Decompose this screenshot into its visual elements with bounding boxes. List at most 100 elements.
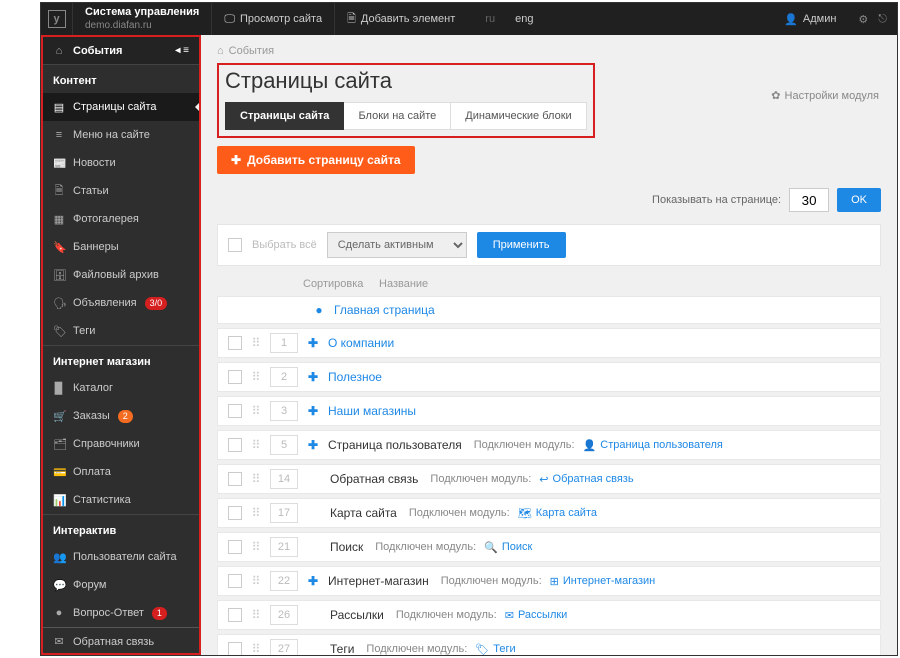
row-checkbox[interactable] (228, 438, 242, 452)
view-site-button[interactable]: 🖵Просмотр сайта (211, 3, 334, 35)
drag-handle[interactable]: ⠿ (250, 506, 262, 520)
row-title[interactable]: Поиск (330, 540, 363, 554)
row-title[interactable]: Наши магазины (328, 404, 416, 418)
plus-icon: ✚ (231, 153, 241, 167)
brand-title: Система управления (85, 5, 199, 19)
sort-order[interactable]: 5 (270, 435, 298, 455)
tab[interactable]: Страницы сайта (225, 102, 344, 130)
per-page-ok-button[interactable]: OK (837, 188, 881, 212)
module-link[interactable]: 🔍Поиск (484, 541, 532, 554)
row-title[interactable]: Полезное (328, 370, 382, 384)
row-checkbox[interactable] (228, 642, 242, 655)
row-title[interactable]: Карта сайта (330, 506, 397, 520)
sidebar-item[interactable]: 💬Форум (43, 571, 199, 599)
logo[interactable]: у (41, 3, 73, 35)
sort-order[interactable]: 21 (270, 537, 298, 557)
admin-menu[interactable]: 👤Админ (772, 3, 848, 35)
tab[interactable]: Блоки на сайте (344, 102, 451, 130)
drag-handle[interactable]: ⠿ (250, 540, 262, 554)
tab[interactable]: Динамические блоки (451, 102, 586, 130)
sidebar-item[interactable]: 👥Пользователи сайта (43, 543, 199, 571)
drag-handle[interactable]: ⠿ (250, 642, 262, 655)
module-link[interactable]: ⊞Интернет-магазин (550, 575, 656, 588)
module-link[interactable]: 🗺Карта сайта (518, 507, 597, 520)
lang-en[interactable]: eng (505, 3, 543, 35)
row-title[interactable]: Страница пользователя (328, 438, 462, 452)
row-checkbox[interactable] (228, 336, 242, 350)
sidebar-item[interactable]: 🗎Статьи (43, 177, 199, 205)
row-title[interactable]: Обратная связь (330, 472, 418, 486)
sidebar-item[interactable]: 🛒Заказы2 (43, 402, 199, 430)
expand-icon[interactable]: ✚ (306, 370, 320, 384)
drag-handle[interactable]: ⠿ (250, 574, 262, 588)
sidebar-item[interactable]: 🔖Баннеры (43, 233, 199, 261)
table-row: ⠿ 2 ✚ Полезное (217, 362, 881, 392)
add-element-button[interactable]: 🗎Добавить элемент (334, 3, 467, 35)
breadcrumb-item[interactable]: События (229, 45, 274, 57)
sidebar-item[interactable]: ●Вопрос-Ответ1 (43, 599, 199, 627)
select-all-label: Выбрать всё (252, 239, 317, 251)
sort-order[interactable]: 27 (270, 639, 298, 655)
breadcrumb-home-icon[interactable]: ⌂ (217, 45, 224, 57)
apply-button[interactable]: Применить (477, 232, 566, 258)
per-page-input[interactable] (789, 188, 829, 212)
sort-order[interactable]: 17 (270, 503, 298, 523)
drag-handle[interactable]: ⠿ (250, 438, 262, 452)
module-link[interactable]: 🏷Теги (475, 643, 515, 656)
sidebar-item[interactable]: 🗂Справочники (43, 430, 199, 458)
row-checkbox[interactable] (228, 370, 242, 384)
sidebar-item[interactable]: 🏷Теги (43, 317, 199, 345)
sidebar-item[interactable]: 🗄Файловый архив (43, 261, 199, 289)
gear-icon[interactable]: ⚙ (858, 13, 868, 26)
module-link[interactable]: ↩Обратная связь (539, 473, 633, 486)
row-title[interactable]: О компании (328, 336, 394, 350)
expand-icon[interactable]: ✚ (306, 404, 320, 418)
expand-icon[interactable]: ✚ (306, 336, 320, 350)
sidebar-item[interactable]: ✉Обратная связь (43, 627, 199, 655)
module-link[interactable]: ✉Рассылки (505, 609, 568, 622)
expand-icon[interactable]: ✚ (306, 574, 320, 588)
add-page-button[interactable]: ✚Добавить страницу сайта (217, 146, 415, 174)
sidebar-item[interactable]: ▉Каталог (43, 374, 199, 402)
drag-handle[interactable]: ⠿ (250, 370, 262, 384)
row-checkbox[interactable] (228, 574, 242, 588)
sidebar-item[interactable]: 📰Новости (43, 149, 199, 177)
sidebar-item[interactable]: 🗣Объявления3/0 (43, 289, 199, 317)
sidebar-events[interactable]: ⌂ События ◂ ≡ (43, 37, 199, 65)
row-title[interactable]: Интернет-магазин (328, 574, 429, 588)
drag-handle[interactable]: ⠿ (250, 404, 262, 418)
sidebar-item[interactable]: 💳Оплата (43, 458, 199, 486)
collapse-icon[interactable]: ● (312, 303, 326, 317)
sort-order[interactable]: 1 (270, 333, 298, 353)
row-checkbox[interactable] (228, 608, 242, 622)
row-checkbox[interactable] (228, 404, 242, 418)
table-row: ⠿17Карта сайта Подключен модуль: 🗺Карта … (217, 498, 881, 528)
drag-handle[interactable]: ⠿ (250, 472, 262, 486)
sort-order[interactable]: 26 (270, 605, 298, 625)
drag-handle[interactable]: ⠿ (250, 608, 262, 622)
sidebar-item[interactable]: ≡Меню на сайте (43, 121, 199, 149)
module-icon: 🔍 (484, 541, 498, 554)
sidebar-item[interactable]: 📊Статистика (43, 486, 199, 514)
row-title[interactable]: Главная страница (334, 303, 435, 317)
sidebar-item[interactable]: ▦Фотогалерея (43, 205, 199, 233)
sort-order[interactable]: 3 (270, 401, 298, 421)
row-checkbox[interactable] (228, 506, 242, 520)
row-title[interactable]: Теги (330, 642, 354, 655)
row-checkbox[interactable] (228, 472, 242, 486)
bulk-action-select[interactable]: Сделать активным (327, 232, 467, 258)
drag-handle[interactable]: ⠿ (250, 336, 262, 350)
lang-ru[interactable]: ru (475, 3, 505, 35)
sort-order[interactable]: 2 (270, 367, 298, 387)
sort-order[interactable]: 14 (270, 469, 298, 489)
logout-icon[interactable]: ⎋ (878, 13, 887, 26)
module-link[interactable]: 👤Страница пользователя (583, 439, 723, 452)
row-title[interactable]: Рассылки (330, 608, 384, 622)
row-checkbox[interactable] (228, 540, 242, 554)
module-settings-link[interactable]: ✿Настройки модуля (771, 89, 879, 102)
select-all-checkbox[interactable] (228, 238, 242, 252)
expand-icon[interactable]: ✚ (306, 438, 320, 452)
sort-order[interactable]: 22 (270, 571, 298, 591)
tags-icon: 🏷 (53, 325, 65, 338)
sidebar-item[interactable]: ▤Страницы сайта (43, 93, 199, 121)
